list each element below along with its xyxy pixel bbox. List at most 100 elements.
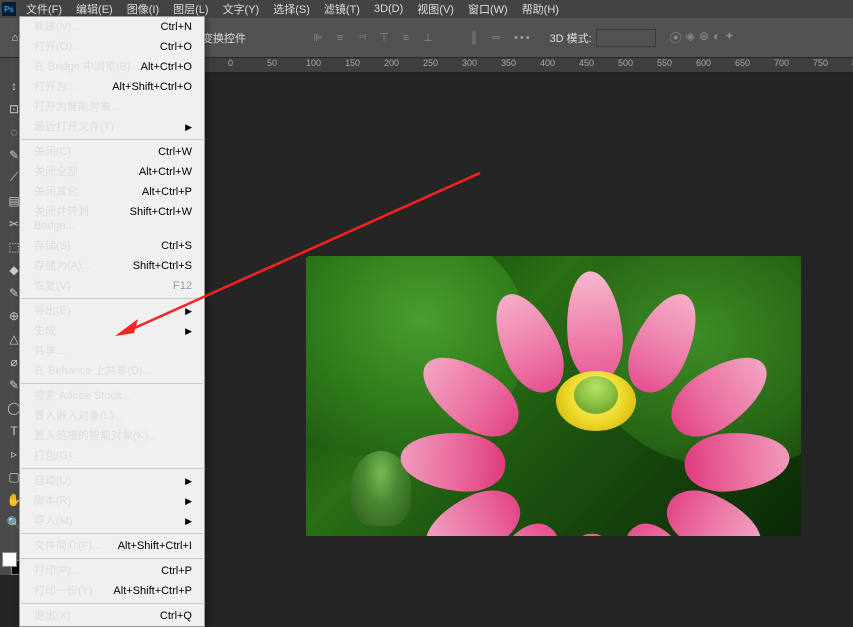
menu-item[interactable]: 脚本(R)▶ xyxy=(20,491,204,511)
menu-item-label: 自动(U) xyxy=(34,474,71,488)
file-menu-dropdown: 新建(N)...Ctrl+N打开(O)...Ctrl+O在 Bridge 中浏览… xyxy=(19,16,205,627)
distribute-icon[interactable]: ═ xyxy=(486,28,506,48)
ruler-tick: 200 xyxy=(384,58,399,68)
menu-item[interactable]: 存储为(A)...Shift+Ctrl+S xyxy=(20,256,204,276)
ruler-tick: 350 xyxy=(501,58,516,68)
menu-item: 打包(G)... xyxy=(20,446,204,466)
menu-item-label: 存储(S) xyxy=(34,239,71,253)
menu-shortcut: Alt+Ctrl+W xyxy=(139,165,192,179)
menu-divider xyxy=(21,298,203,299)
ruler-tick: 700 xyxy=(774,58,789,68)
menu-shortcut: Shift+Ctrl+S xyxy=(133,259,192,273)
menu-item[interactable]: 共享... xyxy=(20,341,204,361)
align-group: ⊫ ≡ ⫤ ⊤ ≡ ⊥ xyxy=(308,28,438,48)
menu-item[interactable]: 打印一份(Y)Alt+Shift+Ctrl+P xyxy=(20,581,204,601)
menu-divider xyxy=(21,383,203,384)
menu-item[interactable]: 导出(E)▶ xyxy=(20,301,204,321)
ruler-tick: 450 xyxy=(579,58,594,68)
menu-item-label: 生成 xyxy=(34,324,56,338)
menu-item-label: 关闭全部 xyxy=(34,165,78,179)
ruler-tick: 300 xyxy=(462,58,477,68)
fg-color[interactable] xyxy=(2,552,17,567)
submenu-arrow-icon: ▶ xyxy=(185,324,192,338)
align-icon[interactable]: ⫤ xyxy=(352,28,372,48)
align-icon[interactable]: ⊫ xyxy=(308,28,328,48)
menu-item-label: 退出(X) xyxy=(34,609,71,623)
menu-shortcut: F12 xyxy=(173,279,192,293)
ruler-tick: 50 xyxy=(267,58,277,68)
menu-shortcut: Alt+Shift+Ctrl+O xyxy=(112,80,192,94)
menu-item[interactable]: 帮助(H) xyxy=(516,0,565,19)
ruler-tick: 100 xyxy=(306,58,321,68)
menu-item-label: 打开为... xyxy=(34,80,76,94)
menu-item[interactable]: 关闭其它Alt+Ctrl+P xyxy=(20,182,204,202)
ruler-tick: 150 xyxy=(345,58,360,68)
menu-item[interactable]: 关闭全部 Alt+Ctrl+W xyxy=(20,162,204,182)
menu-item[interactable]: 打开为... Alt+Shift+Ctrl+O xyxy=(20,77,204,97)
ruler-tick: 750 xyxy=(813,58,828,68)
align-icon[interactable]: ⊤ xyxy=(374,28,394,48)
menu-shortcut: Ctrl+N xyxy=(161,20,192,34)
menu-item[interactable]: 新建(N)...Ctrl+N xyxy=(20,17,204,37)
3d-icon[interactable]: ◈ xyxy=(686,29,695,46)
menu-shortcut: Ctrl+Q xyxy=(160,609,192,623)
menu-item[interactable]: 置入嵌入对象(L)... xyxy=(20,406,204,426)
menu-item[interactable]: 搜索 Adobe Stock... xyxy=(20,386,204,406)
menu-item[interactable]: 窗口(W) xyxy=(462,0,514,19)
menu-item[interactable]: 打印(P)...Ctrl+P xyxy=(20,561,204,581)
menu-item[interactable]: 导入(M)▶ xyxy=(20,511,204,531)
menu-shortcut: Ctrl+O xyxy=(160,40,192,54)
menu-shortcut: Alt+Shift+Ctrl+P xyxy=(113,584,192,598)
menu-item[interactable]: 自动(U) ▶ xyxy=(20,471,204,491)
align-icon[interactable]: ≡ xyxy=(396,28,416,48)
menu-item-label: 导入(M) xyxy=(34,514,73,528)
menu-item[interactable]: 关闭并转到 Bridge...Shift+Ctrl+W xyxy=(20,202,204,236)
mode-select[interactable] xyxy=(596,29,656,47)
menu-item-label: 置入嵌入对象(L)... xyxy=(34,409,123,423)
menu-item[interactable]: 置入链接的智能对象(K)... xyxy=(20,426,204,446)
menu-item-label: 关闭并转到 Bridge... xyxy=(34,205,130,233)
ruler-tick: 0 xyxy=(228,58,233,68)
3d-icon[interactable]: ⦿ xyxy=(670,29,682,46)
menu-item[interactable]: 最近打开文件(T)▶ xyxy=(20,117,204,137)
distribute-group: ║ ═ xyxy=(464,28,506,48)
distribute-icon[interactable]: ║ xyxy=(464,28,484,48)
menu-shortcut: Alt+Ctrl+O xyxy=(141,60,192,74)
menu-item[interactable]: 在 Behance 上共享(D)... xyxy=(20,361,204,381)
submenu-arrow-icon: ▶ xyxy=(185,494,192,508)
3d-icon[interactable]: ◐ xyxy=(713,29,720,46)
menu-item[interactable]: 打开为智能对象... xyxy=(20,97,204,117)
ruler-tick: 650 xyxy=(735,58,750,68)
ps-logo: Ps xyxy=(2,2,16,16)
menu-item[interactable]: 关闭(C)Ctrl+W xyxy=(20,142,204,162)
menu-shortcut: Ctrl+P xyxy=(161,564,192,578)
align-icon[interactable]: ⊥ xyxy=(418,28,438,48)
menu-item[interactable]: 生成 ▶ xyxy=(20,321,204,341)
3d-icon[interactable]: ✦ xyxy=(724,29,734,46)
menu-item-label: 文件简介(F)... xyxy=(34,539,101,553)
ruler-tick: 600 xyxy=(696,58,711,68)
menu-item[interactable]: 文字(Y) xyxy=(217,0,266,19)
menu-shortcut: Alt+Ctrl+P xyxy=(142,185,192,199)
mode-label: 3D 模式: xyxy=(550,30,592,46)
ruler-tick: 250 xyxy=(423,58,438,68)
document-image[interactable] xyxy=(306,256,801,536)
submenu-arrow-icon: ▶ xyxy=(185,120,192,134)
menu-item[interactable]: 选择(S) xyxy=(267,0,316,19)
align-icon[interactable]: ≡ xyxy=(330,28,350,48)
submenu-arrow-icon: ▶ xyxy=(185,304,192,318)
menu-item[interactable]: 退出(X) Ctrl+Q xyxy=(20,606,204,626)
submenu-arrow-icon: ▶ xyxy=(185,474,192,488)
menu-item[interactable]: 视图(V) xyxy=(411,0,460,19)
menu-item-label: 置入链接的智能对象(K)... xyxy=(34,429,157,443)
menu-item[interactable]: 文件简介(F)...Alt+Shift+Ctrl+I xyxy=(20,536,204,556)
menu-item[interactable]: 打开(O)...Ctrl+O xyxy=(20,37,204,57)
ruler-tick: 500 xyxy=(618,58,633,68)
3d-icon[interactable]: ⊕ xyxy=(699,29,709,46)
menu-item[interactable]: 存储(S)Ctrl+S xyxy=(20,236,204,256)
more-icon[interactable]: ••• xyxy=(514,32,532,44)
menu-item[interactable]: 3D(D) xyxy=(368,1,409,17)
menu-item[interactable]: 在 Bridge 中浏览(B)...Alt+Ctrl+O xyxy=(20,57,204,77)
menu-item[interactable]: 滤镜(T) xyxy=(318,0,366,19)
menu-shortcut: Shift+Ctrl+W xyxy=(130,205,192,233)
